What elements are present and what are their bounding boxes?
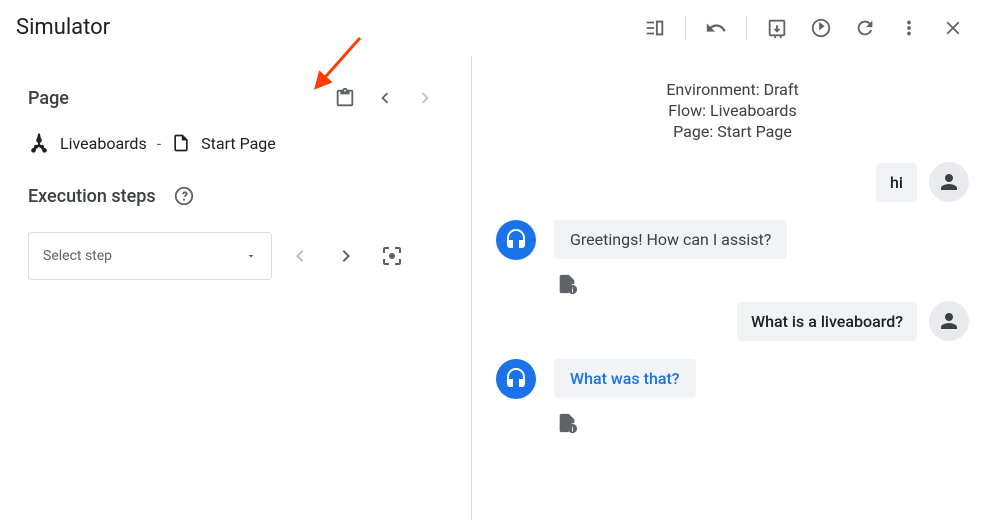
user-message-row: What is a liveaboard? xyxy=(496,301,969,341)
breadcrumb: Liveaboards - Start Page xyxy=(28,132,443,154)
save-download-icon xyxy=(766,17,788,39)
page-icon xyxy=(171,133,191,153)
center-focus-icon xyxy=(380,244,404,268)
bot-message-row: Greetings! How can I assist? i xyxy=(496,220,969,295)
step-select[interactable]: Select step xyxy=(28,232,272,280)
play-button[interactable] xyxy=(801,8,841,48)
user-message-bubble[interactable]: What is a liveaboard? xyxy=(737,302,917,341)
page-prev-button[interactable] xyxy=(367,80,403,116)
more-vert-icon xyxy=(898,17,920,39)
left-panel: Page Liveaboards - Start Page Execution xyxy=(0,56,472,520)
chevron-left-icon xyxy=(288,244,312,268)
focus-button[interactable] xyxy=(374,238,410,274)
bot-avatar xyxy=(496,359,536,399)
help-button[interactable] xyxy=(166,178,202,214)
chevron-left-icon xyxy=(374,87,396,109)
clipboard-button[interactable] xyxy=(327,80,363,116)
bot-avatar xyxy=(496,220,536,260)
help-icon xyxy=(173,185,195,207)
chat-panel: Environment: Draft Flow: Liveaboards Pag… xyxy=(472,56,989,520)
panel-toggle-button[interactable] xyxy=(635,8,675,48)
response-detail-button[interactable]: i xyxy=(554,412,696,434)
user-message-row: hi xyxy=(496,162,969,202)
person-icon xyxy=(937,309,961,333)
file-info-icon: i xyxy=(556,273,578,295)
conversation-meta: Environment: Draft Flow: Liveaboards Pag… xyxy=(496,80,969,142)
divider xyxy=(685,16,686,40)
undo-button[interactable] xyxy=(696,8,736,48)
headset-icon xyxy=(504,228,528,252)
page-title: Simulator xyxy=(16,15,635,40)
file-info-icon: i xyxy=(556,412,578,434)
refresh-icon xyxy=(854,17,876,39)
dropdown-caret-icon xyxy=(245,250,257,262)
bot-message-bubble[interactable]: What was that? xyxy=(554,359,696,398)
clipboard-icon xyxy=(334,87,356,109)
step-select-placeholder: Select step xyxy=(43,248,112,264)
chat-log: hi Greetings! How can I assist? i What i… xyxy=(496,156,969,520)
step-next-button[interactable] xyxy=(328,238,364,274)
close-icon xyxy=(942,17,964,39)
undo-icon xyxy=(705,17,727,39)
user-avatar xyxy=(929,301,969,341)
user-message-bubble[interactable]: hi xyxy=(876,163,917,202)
panel-toggle-icon xyxy=(644,17,666,39)
svg-text:i: i xyxy=(572,287,574,295)
execution-steps-label: Execution steps xyxy=(28,186,156,207)
response-detail-button[interactable]: i xyxy=(554,273,787,295)
bot-message-bubble[interactable]: Greetings! How can I assist? xyxy=(554,220,787,259)
play-circle-icon xyxy=(810,17,832,39)
breadcrumb-page: Start Page xyxy=(201,134,276,153)
chevron-right-icon xyxy=(334,244,358,268)
svg-text:i: i xyxy=(572,426,574,434)
header: Simulator xyxy=(0,0,989,56)
divider xyxy=(746,16,747,40)
more-menu-button[interactable] xyxy=(889,8,929,48)
chevron-right-icon xyxy=(414,87,436,109)
bot-message-row: What was that? i xyxy=(496,359,969,434)
step-prev-button[interactable] xyxy=(282,238,318,274)
breadcrumb-separator: - xyxy=(157,134,161,153)
page-section-label: Page xyxy=(28,88,69,109)
reset-button[interactable] xyxy=(845,8,885,48)
breadcrumb-flow: Liveaboards xyxy=(60,134,147,153)
close-button[interactable] xyxy=(933,8,973,48)
save-replay-button[interactable] xyxy=(757,8,797,48)
user-avatar xyxy=(929,162,969,202)
header-actions xyxy=(635,8,973,48)
page-next-button[interactable] xyxy=(407,80,443,116)
headset-icon xyxy=(504,367,528,391)
person-icon xyxy=(937,170,961,194)
flow-icon xyxy=(28,132,50,154)
